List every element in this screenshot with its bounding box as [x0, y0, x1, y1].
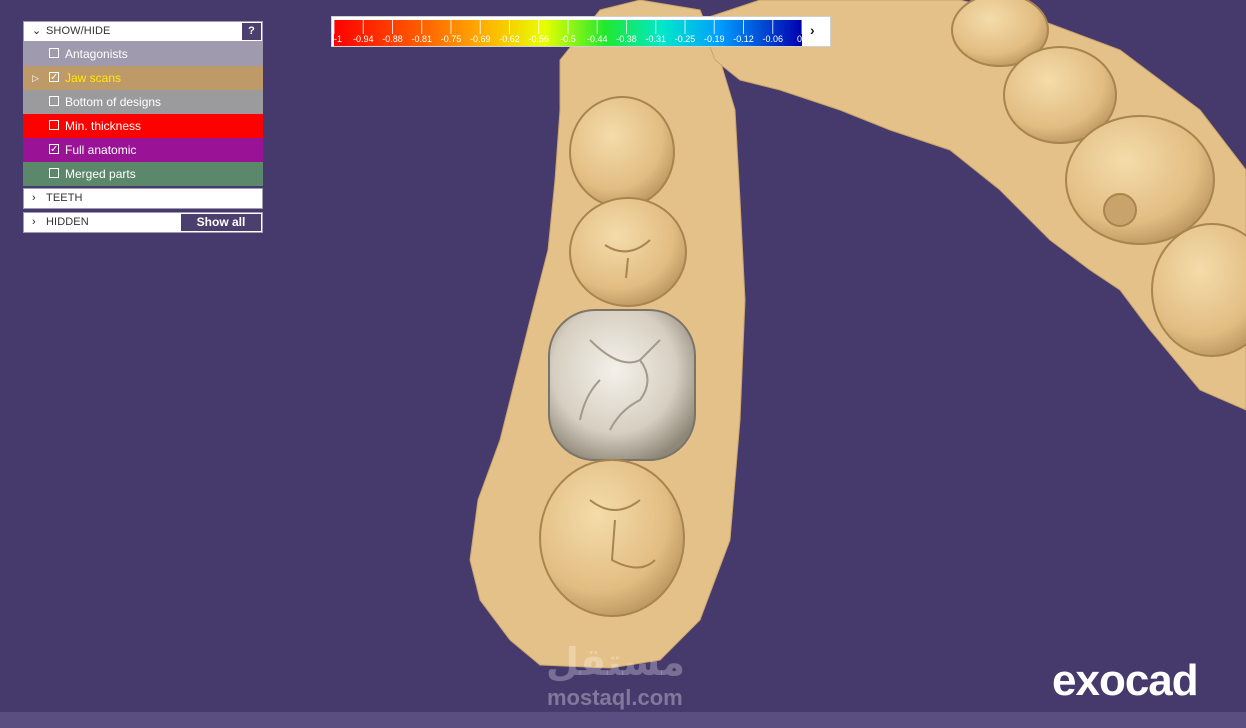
crown-full-anatomic	[548, 309, 696, 461]
show-hide-header[interactable]: ⌄ SHOW/HIDE ?	[23, 21, 263, 42]
show-hide-item-label: Full anatomic	[65, 143, 137, 157]
show-hide-item[interactable]: ▷ ✓ Jaw scans	[23, 66, 263, 90]
color-scale-label: -1	[334, 34, 343, 44]
show-hide-item-label: Bottom of designs	[65, 95, 162, 109]
show-hide-item[interactable]: Merged parts	[23, 162, 263, 186]
color-scale-label: -0.69	[469, 34, 491, 44]
color-scale-label: -0.31	[645, 34, 667, 44]
show-hide-item-label: Min. thickness	[65, 119, 142, 133]
checkbox[interactable]	[49, 48, 59, 58]
color-scale: -1 -0.94 -0.88 -0.81 -0.75 -0.69 -0.62 -0.56 -0.…	[331, 16, 831, 47]
tooth-upper-3	[1065, 115, 1215, 245]
triangle-right-icon[interactable]: ▷	[32, 66, 39, 90]
color-scale-label: -0.75	[440, 34, 462, 44]
color-scale-label: 0	[796, 34, 802, 44]
watermark-arabic: مستقل	[546, 642, 685, 684]
color-scale-label: -0.62	[499, 34, 520, 44]
show-hide-list: Antagonists ▷ ✓ Jaw scans Bottom of designs M…	[23, 42, 263, 186]
watermark: mostaql.com	[547, 685, 683, 710]
tooth-upper-3-pit	[1103, 193, 1137, 227]
show-hide-item[interactable]: ✓ Full anatomic	[23, 138, 263, 162]
checkbox[interactable]: ✓	[49, 72, 59, 83]
tooth-molar-bottom	[539, 459, 685, 617]
color-scale-label: -0.19	[703, 34, 725, 44]
bottom-strip	[0, 712, 1246, 728]
teeth-title: TEETH	[46, 192, 83, 204]
color-scale-label: -0.38	[616, 34, 637, 44]
exocad-logo: exocad	[1052, 656, 1199, 705]
color-scale-label: -0.56	[528, 34, 550, 44]
show-hide-item[interactable]: Antagonists	[23, 42, 263, 66]
color-scale-label: -0.81	[411, 34, 433, 44]
color-scale-label: -0.88	[382, 34, 403, 44]
color-scale-label: -0.5	[560, 34, 576, 44]
checkbox[interactable]	[49, 168, 59, 178]
color-scale-label: -0.94	[352, 34, 374, 44]
checkbox[interactable]: ✓	[49, 144, 59, 155]
chevron-right-icon[interactable]: ›	[810, 22, 815, 38]
help-button[interactable]: ?	[242, 23, 261, 40]
checkbox[interactable]	[49, 96, 59, 106]
checkbox[interactable]	[49, 120, 59, 130]
chevron-down-icon: ⌄	[32, 25, 42, 37]
chevron-right-icon: ›	[32, 192, 36, 204]
show-hide-item-label: Antagonists	[65, 47, 128, 61]
hidden-title: HIDDEN	[46, 216, 89, 228]
chevron-right-icon: ›	[32, 216, 36, 228]
color-scale-label: -0.12	[733, 34, 754, 44]
color-scale-label: -0.06	[762, 34, 784, 44]
show-hide-item-label: Jaw scans	[65, 71, 122, 85]
color-scale-label: -0.44	[586, 34, 608, 44]
show-hide-item-label: Merged parts	[65, 167, 136, 181]
color-scale-labels: -1 -0.94 -0.88 -0.81 -0.75 -0.69 -0.62 -0.56 -0.…	[334, 34, 802, 46]
show-all-button[interactable]: Show all	[181, 214, 261, 231]
show-hide-item[interactable]: Bottom of designs	[23, 90, 263, 114]
show-hide-title: SHOW/HIDE	[46, 25, 111, 37]
color-scale-label: -0.25	[674, 34, 696, 44]
teeth-header[interactable]: › TEETH	[23, 188, 263, 209]
show-hide-item[interactable]: Min. thickness	[23, 114, 263, 138]
hidden-header[interactable]: › HIDDEN Show all	[23, 212, 263, 233]
tooth-molar-top	[569, 96, 675, 208]
left-panel: ⌄ SHOW/HIDE ? Antagonists ▷ ✓ Jaw scans Bott…	[23, 21, 263, 233]
